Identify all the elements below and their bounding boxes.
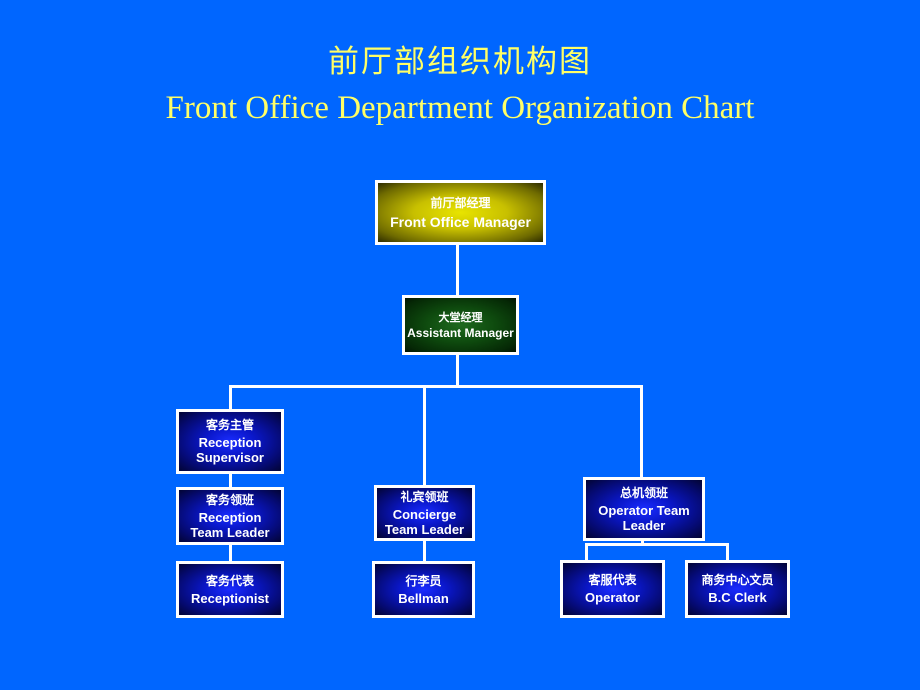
node-label-en: Operator Team Leader (598, 502, 690, 533)
title-chinese: 前厅部组织机构图 (328, 44, 592, 80)
node-bc-clerk: 商务中心文员 B.C Clerk (685, 560, 790, 618)
connector-concierge-to-bellman (423, 540, 426, 562)
node-label-zh: 总机领班 (619, 485, 668, 500)
node-label-zh: 商务中心文员 (701, 573, 774, 587)
node-label-zh: 客务代表 (205, 573, 254, 588)
connector-to-concierge-team-leader (423, 385, 426, 486)
connector-team-leader-to-receptionist (229, 544, 232, 562)
node-operator: 客服代表 Operator (560, 560, 665, 618)
node-reception-supervisor: 客务主管 Reception Supervisor (176, 409, 284, 474)
node-label-zh: 礼宾领班 (400, 489, 449, 504)
node-label-en: Operator (585, 590, 640, 605)
node-reception-team-leader: 客务领班 Reception Team Leader (176, 487, 284, 545)
connector-main-horizontal (229, 385, 643, 388)
node-label-en: Assistant Manager (407, 325, 514, 340)
node-assistant-manager: 大堂经理 Assistant Manager (402, 295, 519, 355)
node-label-en: Receptionist (190, 590, 269, 606)
node-front-office-manager: 前厅部经理 Front Office Manager (375, 180, 546, 245)
node-label-zh: 客务主管 (205, 418, 254, 432)
node-label-en: Front Office Manager (390, 213, 531, 230)
node-label-en: Reception Supervisor (196, 435, 264, 465)
node-label-en: Concierge Team Leader (384, 506, 465, 537)
connector-operator-horizontal (585, 543, 729, 546)
node-operator-team-leader: 总机领班 Operator Team Leader (583, 477, 705, 541)
node-label-en: B.C Clerk (708, 590, 767, 605)
connector-assistant-down (456, 354, 459, 387)
connector-manager-to-assistant (456, 244, 459, 296)
node-label-zh: 行李员 (405, 573, 442, 588)
node-receptionist: 客务代表 Receptionist (176, 561, 284, 618)
connector-to-bc-clerk (726, 543, 729, 561)
node-label-en: Bellman (398, 590, 449, 606)
connector-to-reception-supervisor (229, 385, 232, 410)
node-label-zh: 客务领班 (205, 492, 254, 507)
node-concierge-team-leader: 礼宾领班 Concierge Team Leader (374, 485, 475, 541)
node-label-en: Reception Team Leader (190, 509, 270, 540)
node-label-zh: 客服代表 (588, 573, 637, 587)
connector-to-operator-team-leader (640, 385, 643, 478)
connector-to-operator (585, 543, 588, 561)
title-english: Front Office Department Organization Cha… (165, 90, 755, 126)
node-label-zh: 前厅部经理 (430, 195, 491, 210)
node-label-zh: 大堂经理 (438, 310, 483, 324)
node-bellman: 行李员 Bellman (372, 561, 475, 618)
connector-supervisor-to-team-leader (229, 472, 232, 488)
